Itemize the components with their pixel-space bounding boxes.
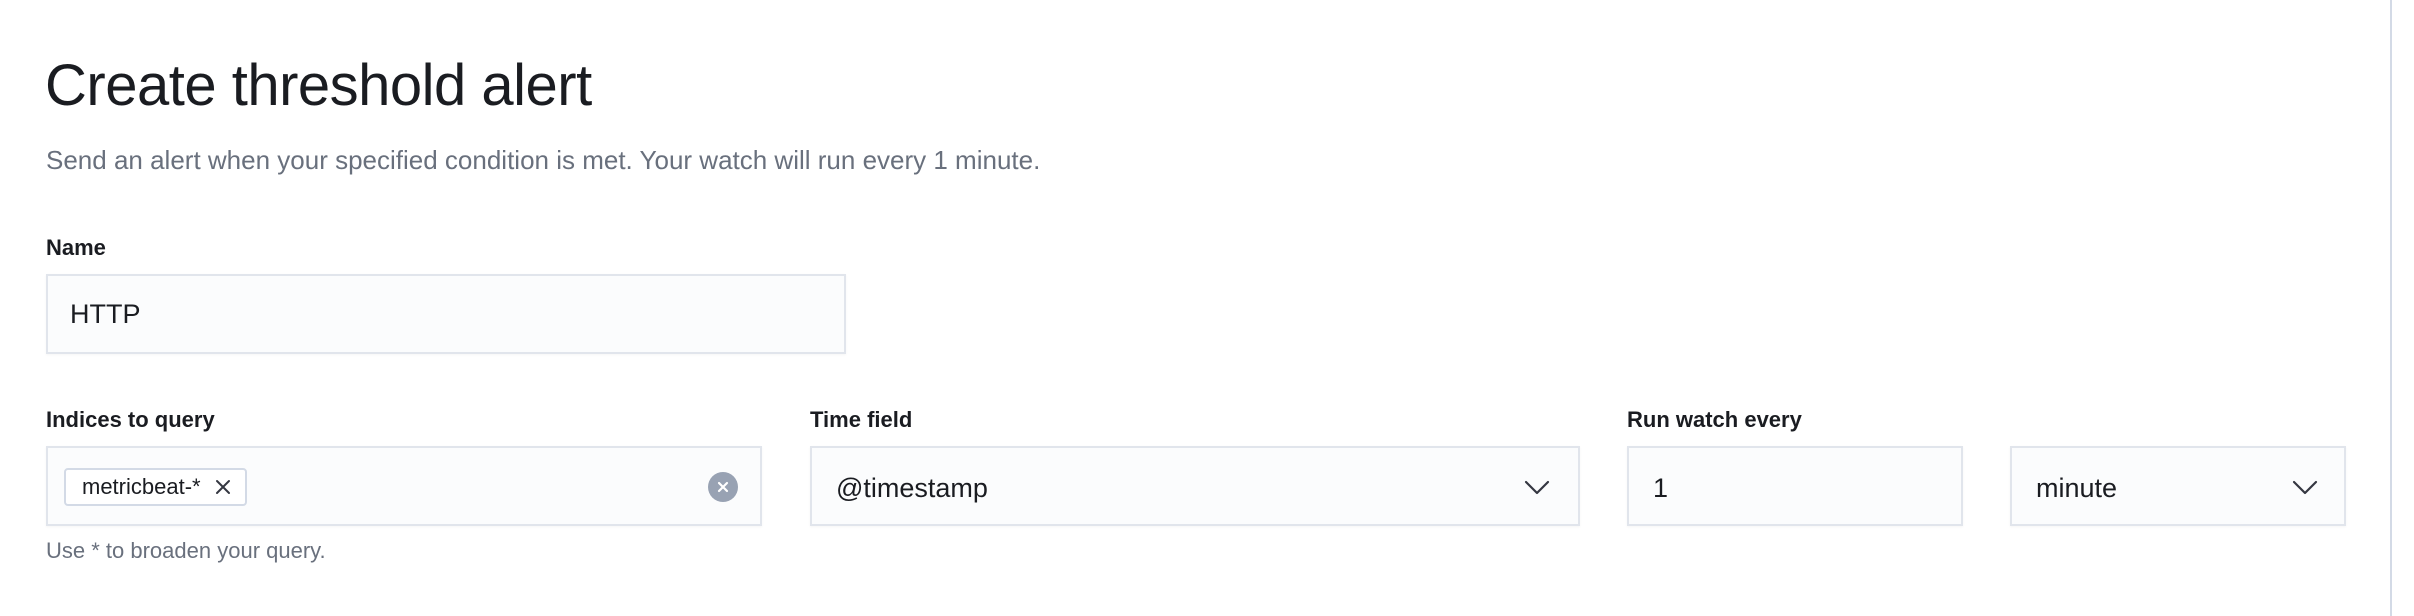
indices-label: Indices to query <box>46 407 215 432</box>
time-field-label: Time field <box>810 407 913 432</box>
time-field-selected: @timestamp <box>836 473 988 503</box>
page-description: Send an alert when your specified condit… <box>46 145 1041 175</box>
index-pill-label: metricbeat-* <box>82 474 201 499</box>
page-title: Create threshold alert <box>45 53 592 118</box>
interval-unit-select[interactable]: minute <box>2010 446 2346 526</box>
interval-unit-selected: minute <box>2036 473 2118 503</box>
name-input-value: HTTP <box>70 299 141 329</box>
name-label: Name <box>46 235 106 260</box>
run-watch-label: Run watch every <box>1627 407 1802 432</box>
time-field-select[interactable]: @timestamp <box>810 446 1580 526</box>
chevron-down-icon <box>2292 480 2318 495</box>
chevron-down-icon <box>1524 480 1550 495</box>
interval-value: 1 <box>1653 473 1669 503</box>
interval-value-input[interactable]: 1 <box>1627 446 1963 526</box>
create-threshold-alert-page: Create threshold alert Send an alert whe… <box>0 0 2390 616</box>
name-input[interactable]: HTTP <box>46 274 846 354</box>
page-scrollbar-divider <box>2390 0 2414 616</box>
clear-circle-icon[interactable] <box>708 472 738 502</box>
index-pill: metricbeat-* <box>64 468 247 506</box>
indices-combobox[interactable]: metricbeat-* <box>46 446 762 526</box>
cross-icon[interactable] <box>213 477 233 497</box>
indices-help-text: Use * to broaden your query. <box>46 538 326 563</box>
